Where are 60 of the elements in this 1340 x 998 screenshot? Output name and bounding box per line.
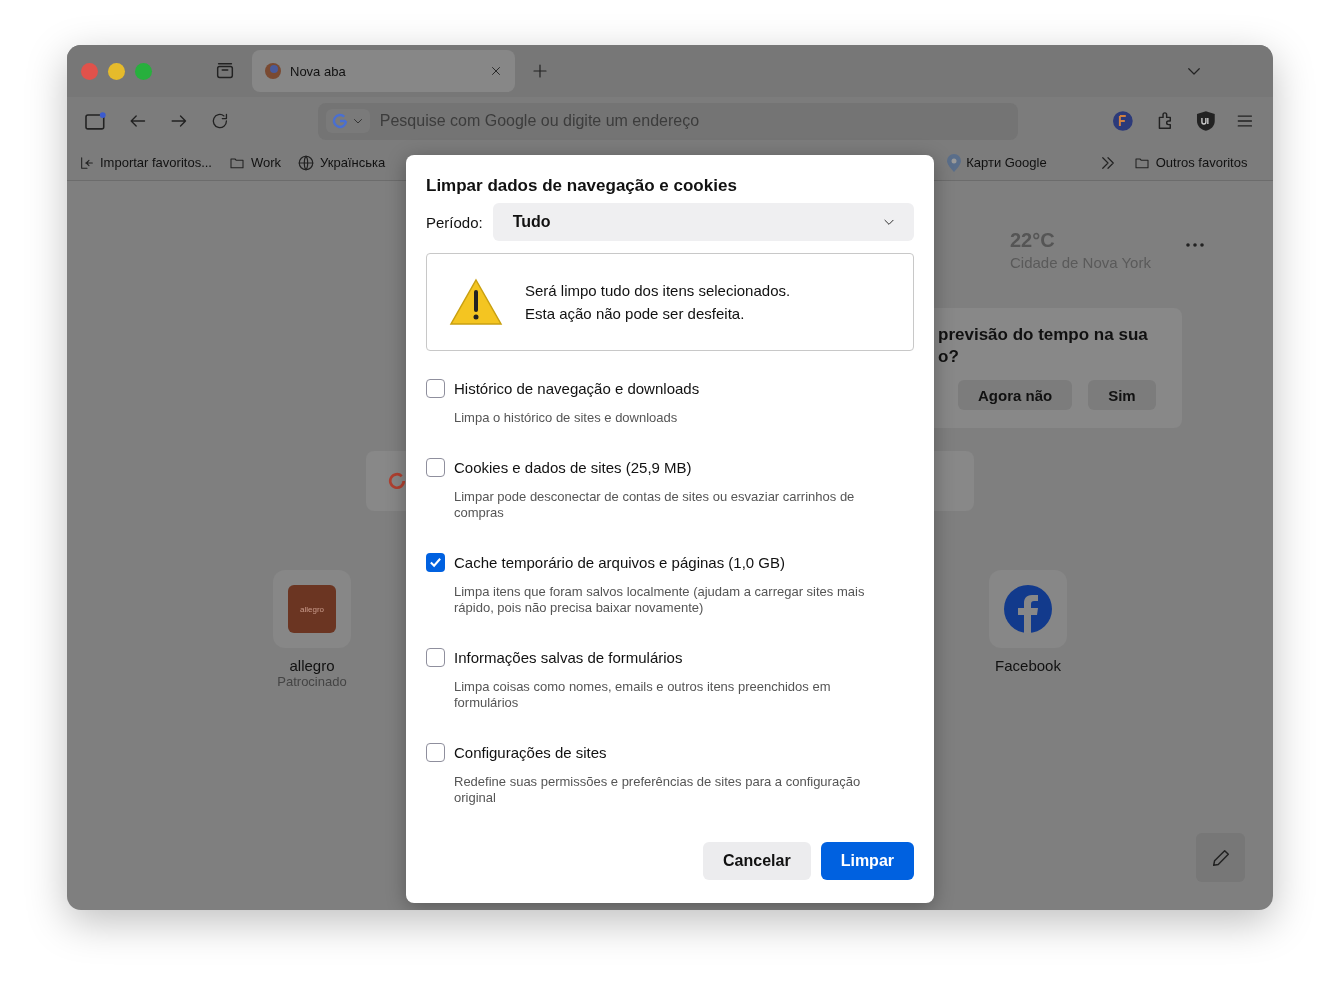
bookmark-link[interactable]: Карти Google: [947, 153, 1047, 172]
reload-icon: [210, 111, 230, 131]
warning-text: Esta ação não pode ser desfeita.: [525, 304, 746, 324]
shield-icon[interactable]: [1195, 110, 1216, 132]
shortcut-tile[interactable]: allegro: [273, 570, 351, 648]
edit-button[interactable]: [1196, 833, 1245, 882]
option-description: Limpa itens que foram salvos localmente (ajudam a carregar sites mais rápido, pois não precisa baixar novamente): [454, 584, 866, 616]
dialog-title: Limpar dados de navegação e cookies: [426, 176, 738, 196]
extension-badge-icon[interactable]: [1112, 110, 1134, 132]
warning-icon: [449, 278, 503, 326]
option-description: Limpar pode desconectar de contas de sites ou esvaziar carrinhos de compras: [454, 489, 856, 521]
bookmark-link[interactable]: Українська: [297, 153, 386, 172]
cancel-button[interactable]: Cancelar: [703, 842, 811, 880]
option-label: Cache temporário de arquivos e páginas (1,0 GB): [454, 554, 785, 571]
bookmark-link[interactable]: Importar favoritos...: [79, 154, 212, 171]
shortcut-label: Facebook: [995, 657, 1061, 674]
bookmark-link[interactable]: Outros favoritos: [1132, 154, 1248, 171]
option-description: Limpa coisas como nomes, emails e outros itens preenchidos em formulários: [454, 679, 832, 711]
checkbox[interactable]: [426, 379, 445, 398]
google-icon: [331, 113, 348, 129]
address-bar[interactable]: Pesquise com Google ou digite um endereço: [317, 102, 1019, 140]
checkbox[interactable]: [426, 458, 445, 477]
option-label: Cookies e dados de sites (25,9 MB): [454, 459, 692, 476]
shortcut-tile[interactable]: [989, 570, 1067, 648]
option-label: Configurações de sites: [454, 744, 607, 761]
more-icon: [1184, 241, 1205, 249]
prompt-button[interactable]: Sim: [1088, 380, 1156, 410]
option-description: Redefine suas permissões e preferências de sites para a configuração original: [454, 774, 862, 806]
import-icon: [79, 154, 95, 171]
zoom-window-button[interactable]: [135, 62, 152, 80]
prompt-text: previsão do tempo na sua: [938, 324, 1149, 346]
google-icon: [388, 472, 406, 490]
minimize-window-button[interactable]: [108, 62, 125, 80]
prompt-text: o?: [938, 346, 960, 368]
checkbox[interactable]: [426, 648, 445, 667]
fox-logo-icon: [264, 62, 282, 80]
shortcut-sublabel: Patrocinado: [277, 674, 347, 689]
shortcut-label: allegro: [289, 657, 335, 674]
browser-tab[interactable]: Nova aba: [252, 50, 515, 92]
search-box[interactable]: [366, 451, 406, 511]
period-label: Período:: [426, 213, 483, 231]
period-select[interactable]: Tudo: [492, 203, 914, 241]
checkmark-icon: [429, 556, 442, 569]
checkbox[interactable]: [426, 743, 445, 762]
checkbox[interactable]: [426, 553, 445, 572]
map-pin-icon: [947, 153, 962, 172]
option-label: Histórico de navegação e downloads: [454, 380, 700, 397]
prompt-button[interactable]: Agora não: [958, 380, 1073, 410]
close-icon: [489, 64, 503, 78]
clear-button[interactable]: Limpar: [820, 842, 914, 880]
option-description: Limpa o histórico de sites e downloads: [454, 410, 679, 426]
facebook-logo-icon: [1004, 585, 1052, 633]
globe-icon: [297, 153, 316, 172]
allegro-logo: allegro: [288, 585, 336, 633]
bookmark-link[interactable]: Work: [228, 154, 282, 171]
warning-text: Será limpo tudo dos itens selecionados.: [525, 281, 791, 301]
sidebar-icon[interactable]: [85, 111, 107, 131]
plus-icon: [531, 62, 549, 80]
option-label: Informações salvas de formulários: [454, 649, 683, 666]
tab-title: Nova aba: [290, 63, 347, 79]
